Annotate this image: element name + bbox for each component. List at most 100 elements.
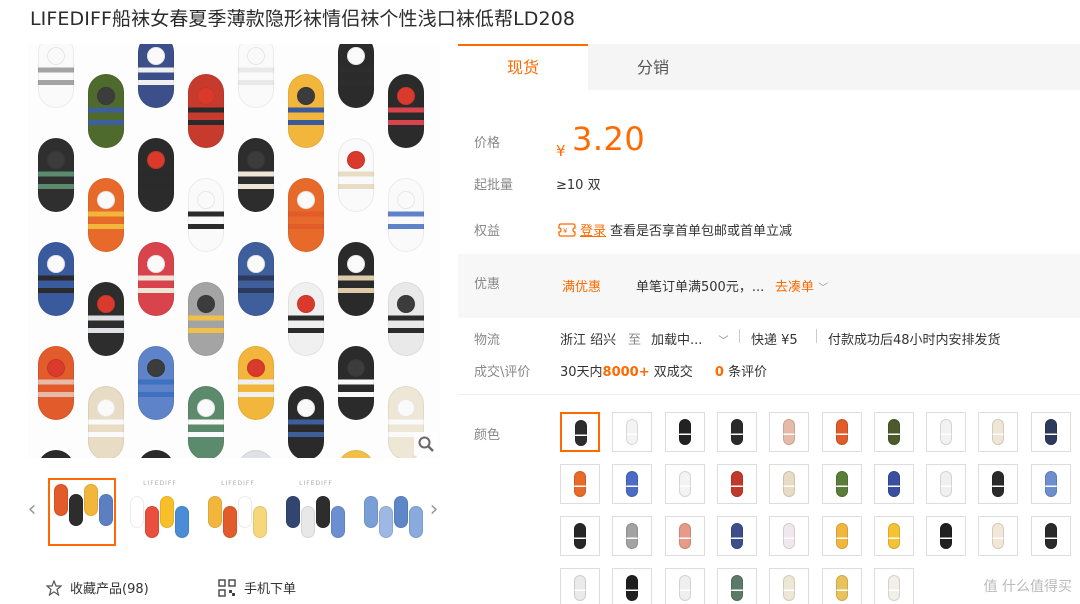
swatch-sock bbox=[626, 575, 639, 601]
color-swatch[interactable] bbox=[926, 412, 967, 452]
color-swatch[interactable] bbox=[873, 412, 914, 452]
sock-opening bbox=[397, 191, 415, 209]
thumb-next-arrow[interactable]: › bbox=[426, 498, 442, 522]
product-thumbnail[interactable]: LIFEDIFF bbox=[126, 478, 194, 546]
shipping-origin: 浙江 绍兴 bbox=[560, 333, 617, 348]
sock-photo bbox=[288, 178, 324, 252]
swatch-sock bbox=[783, 523, 796, 549]
product-thumbnail[interactable]: LIFEDIFF bbox=[282, 478, 350, 546]
color-swatch[interactable] bbox=[769, 516, 810, 556]
color-swatch[interactable] bbox=[873, 516, 914, 556]
swatch-sock bbox=[1044, 523, 1057, 549]
deals-row: 30天内8000+ 双成交 0 条评价 bbox=[560, 361, 767, 380]
sock-photo bbox=[88, 282, 124, 356]
color-swatch[interactable] bbox=[821, 412, 862, 452]
promo-section bbox=[458, 254, 1080, 318]
color-swatch[interactable] bbox=[716, 516, 757, 556]
swatch-sock bbox=[940, 523, 953, 549]
main-product-image[interactable] bbox=[28, 44, 440, 458]
sock-photo bbox=[238, 44, 274, 108]
swatch-sock bbox=[574, 523, 586, 549]
sock-photo bbox=[338, 242, 374, 316]
color-swatch[interactable] bbox=[821, 568, 862, 604]
sock-photo bbox=[138, 138, 174, 212]
sock-opening bbox=[97, 295, 115, 313]
product-thumbnail[interactable]: LIFEDIFF bbox=[204, 478, 272, 546]
color-swatch[interactable] bbox=[1030, 412, 1071, 452]
destination-select[interactable]: 加载中... ﹀ bbox=[651, 329, 729, 348]
sock-opening bbox=[147, 47, 165, 65]
thumbnail-sock bbox=[331, 506, 345, 538]
color-swatch[interactable] bbox=[664, 464, 705, 504]
color-swatch[interactable] bbox=[664, 412, 705, 452]
color-swatch[interactable] bbox=[612, 412, 653, 452]
swatch-sock bbox=[940, 471, 953, 497]
star-icon bbox=[46, 579, 62, 596]
swatch-sock bbox=[992, 523, 1005, 549]
product-thumbnail[interactable] bbox=[48, 478, 116, 546]
product-thumbnail[interactable] bbox=[360, 478, 428, 546]
thumbnail-sock bbox=[238, 496, 252, 528]
sock-opening bbox=[147, 359, 165, 377]
moq-label: 起批量 bbox=[474, 178, 514, 193]
swatch-sock bbox=[940, 419, 953, 445]
sock-photo bbox=[38, 44, 74, 108]
color-swatch[interactable] bbox=[769, 412, 810, 452]
color-swatch[interactable] bbox=[978, 464, 1019, 504]
swatch-sock bbox=[783, 471, 796, 497]
color-swatch[interactable] bbox=[769, 568, 810, 604]
add-items-link[interactable]: 去凑单 ﹀ bbox=[775, 276, 828, 295]
color-swatch[interactable] bbox=[716, 568, 757, 604]
color-swatch[interactable] bbox=[926, 516, 967, 556]
promo-label: 优惠 bbox=[474, 277, 501, 292]
color-swatch[interactable] bbox=[664, 568, 705, 604]
color-swatch[interactable] bbox=[821, 464, 862, 504]
thumbnail-sock bbox=[175, 506, 189, 538]
chevron-down-icon: ﹀ bbox=[818, 283, 829, 294]
sock-photo bbox=[238, 346, 274, 420]
mobile-order-link[interactable]: 手机下单 bbox=[218, 578, 296, 597]
color-swatch[interactable] bbox=[873, 464, 914, 504]
color-swatch[interactable] bbox=[1030, 516, 1071, 556]
color-swatch[interactable] bbox=[612, 516, 653, 556]
color-swatch[interactable] bbox=[612, 568, 653, 604]
color-swatch[interactable] bbox=[978, 412, 1019, 452]
swatch-sock bbox=[730, 471, 743, 497]
color-swatch[interactable] bbox=[821, 516, 862, 556]
sock-photo bbox=[138, 242, 174, 316]
swatch-sock bbox=[730, 523, 743, 549]
color-swatch[interactable] bbox=[560, 464, 600, 504]
sock-opening bbox=[247, 151, 265, 169]
shipping-to: 至 bbox=[628, 333, 642, 348]
color-swatch[interactable] bbox=[560, 516, 600, 556]
color-swatch[interactable] bbox=[716, 464, 757, 504]
sock-opening bbox=[197, 191, 215, 209]
color-swatch[interactable] bbox=[560, 412, 600, 452]
sock-photo bbox=[138, 450, 174, 458]
thumbnail-brand: LIFEDIFF bbox=[221, 480, 255, 487]
color-label: 颜色 bbox=[474, 428, 501, 443]
sock-opening bbox=[297, 399, 315, 417]
color-swatch[interactable] bbox=[926, 464, 967, 504]
color-swatch[interactable] bbox=[769, 464, 810, 504]
favorite-link[interactable]: 收藏产品(98) bbox=[46, 578, 149, 597]
sock-photo bbox=[288, 74, 324, 148]
login-link[interactable]: 登录 bbox=[580, 220, 606, 239]
color-swatch[interactable] bbox=[612, 464, 653, 504]
color-swatch[interactable] bbox=[1030, 464, 1071, 504]
color-swatch[interactable] bbox=[664, 516, 705, 556]
swatch-sock bbox=[678, 471, 691, 497]
color-swatch[interactable] bbox=[873, 568, 914, 604]
zoom-icon[interactable] bbox=[414, 432, 438, 456]
thumb-prev-arrow[interactable]: ‹ bbox=[24, 498, 40, 522]
tab-distribution[interactable]: 分销 bbox=[588, 44, 718, 90]
thumbnail-strip: ‹ LIFEDIFF LIFEDIFF LIFEDIFF › bbox=[28, 474, 440, 550]
sock-opening bbox=[347, 255, 365, 273]
color-swatch[interactable] bbox=[978, 516, 1019, 556]
sock-opening bbox=[97, 191, 115, 209]
color-swatch[interactable] bbox=[560, 568, 600, 604]
color-swatch[interactable] bbox=[716, 412, 757, 452]
deals-label: 成交\评价 bbox=[474, 365, 531, 380]
reviews-count[interactable]: 0 bbox=[715, 365, 724, 380]
tab-in-stock[interactable]: 现货 bbox=[458, 44, 588, 90]
